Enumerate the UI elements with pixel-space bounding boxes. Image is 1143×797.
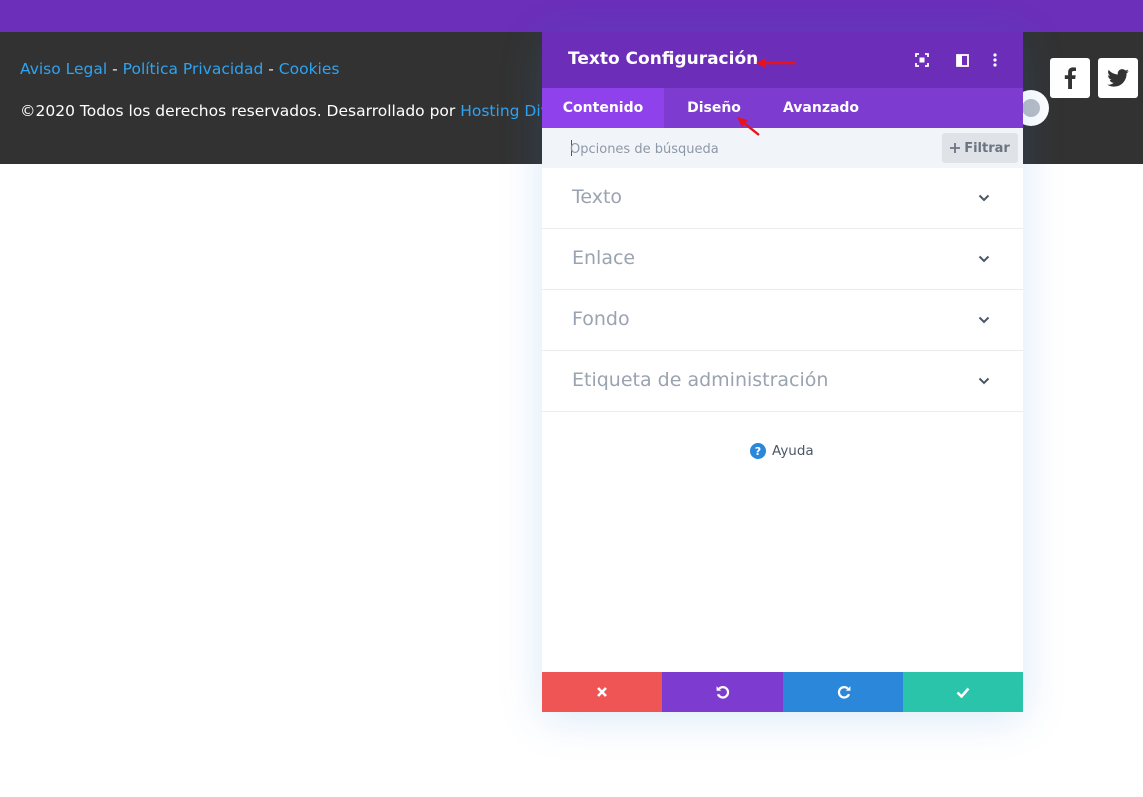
section-label: Texto <box>572 186 623 208</box>
redo-button[interactable] <box>783 672 904 712</box>
plus-icon <box>950 143 961 153</box>
link-cookies[interactable]: Cookies <box>279 60 340 78</box>
checkmark-icon <box>956 687 970 698</box>
redo-icon <box>837 686 850 699</box>
chevron-down-icon <box>976 312 992 328</box>
link-aviso-legal[interactable]: Aviso Legal <box>20 60 107 78</box>
link-hosting-divi[interactable]: Hosting Divi <box>460 102 554 120</box>
footer-links: Aviso Legal - Política Privacidad - Cook… <box>20 60 339 78</box>
action-bar <box>542 672 1023 712</box>
facebook-button[interactable] <box>1050 58 1090 98</box>
section-label: Fondo <box>572 308 630 330</box>
copyright-text: ©2020 Todos los derechos reservados. Des… <box>20 102 456 120</box>
chevron-down-icon <box>976 190 992 206</box>
help-label: Ayuda <box>772 443 814 459</box>
modal-title: Texto Configuración <box>568 49 759 69</box>
search-bar: Filtrar <box>542 128 1023 168</box>
facebook-icon <box>1064 67 1076 89</box>
twitter-icon <box>1107 69 1129 87</box>
more-options-icon[interactable] <box>985 50 1005 70</box>
question-icon: ? <box>750 443 766 459</box>
section-fondo[interactable]: Fondo <box>542 290 1023 351</box>
section-etiqueta-administracion[interactable]: Etiqueta de administración <box>542 351 1023 412</box>
footer-copyright: ©2020 Todos los derechos reservados. Des… <box>20 102 554 120</box>
settings-modal: Texto Configuración Contenido Diseño Ava… <box>542 32 1023 712</box>
modal-tabs: Contenido Diseño Avanzado <box>542 88 1023 128</box>
fullscreen-icon[interactable] <box>912 50 932 70</box>
annotation-arrow-icon <box>756 58 796 68</box>
annotation-arrow-icon <box>737 117 760 136</box>
globe-icon <box>1022 99 1040 117</box>
section-enlace[interactable]: Enlace <box>542 229 1023 290</box>
chevron-down-icon <box>976 373 992 389</box>
save-button[interactable] <box>903 672 1023 712</box>
link-separator: - <box>112 60 118 78</box>
section-label: Enlace <box>572 247 636 269</box>
undo-icon <box>716 686 729 699</box>
search-input[interactable] <box>570 140 870 158</box>
help-link[interactable]: ? Ayuda <box>750 443 814 459</box>
split-view-icon[interactable] <box>952 50 972 70</box>
section-texto[interactable]: Texto <box>542 168 1023 229</box>
tab-contenido[interactable]: Contenido <box>542 88 664 128</box>
link-separator: - <box>268 60 274 78</box>
close-icon <box>597 687 607 697</box>
filter-button[interactable]: Filtrar <box>942 133 1018 163</box>
section-label: Etiqueta de administración <box>572 369 829 391</box>
top-bar <box>0 0 1143 32</box>
tab-avanzado[interactable]: Avanzado <box>764 88 878 128</box>
link-politica-privacidad[interactable]: Política Privacidad <box>123 60 264 78</box>
cancel-button[interactable] <box>542 672 662 712</box>
chevron-down-icon <box>976 251 992 267</box>
filter-label: Filtrar <box>964 140 1010 156</box>
twitter-button[interactable] <box>1098 58 1138 98</box>
undo-button[interactable] <box>662 672 783 712</box>
